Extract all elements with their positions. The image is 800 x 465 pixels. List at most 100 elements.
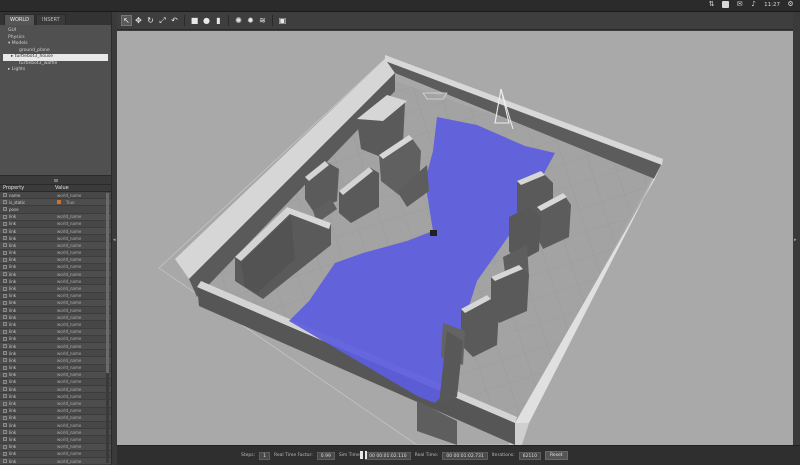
expand-checkbox[interactable] (3, 358, 7, 363)
expand-checkbox[interactable] (3, 243, 7, 248)
property-row[interactable]: link world_name (0, 429, 111, 437)
expand-checkbox[interactable] (3, 372, 7, 377)
property-row[interactable]: link world_name (0, 357, 111, 365)
expand-checkbox[interactable] (3, 250, 7, 255)
property-value[interactable]: world_name (54, 423, 111, 428)
property-value[interactable]: world_name (54, 322, 111, 327)
box-icon[interactable]: ■ (189, 15, 200, 26)
expand-checkbox[interactable] (3, 459, 7, 464)
property-row[interactable]: link world_name (0, 350, 111, 358)
property-row[interactable]: link world_name (0, 299, 111, 307)
select-arrow-icon[interactable]: ↖ (121, 15, 132, 26)
property-value[interactable]: world_name (54, 193, 111, 198)
property-value[interactable]: world_name (54, 250, 111, 255)
expand-checkbox[interactable] (3, 430, 7, 435)
expand-checkbox[interactable] (3, 322, 7, 327)
tab-world[interactable]: WORLD (4, 14, 35, 25)
property-row[interactable]: link world_name (0, 436, 111, 444)
property-value[interactable]: world_name (54, 257, 111, 262)
property-value[interactable]: world_name (54, 358, 111, 363)
expand-checkbox[interactable] (3, 300, 7, 305)
property-value[interactable]: world_name (54, 214, 111, 219)
collapse-right-icon[interactable]: ▸ (794, 237, 797, 243)
value-column-header[interactable]: Value (52, 185, 69, 191)
property-value[interactable]: world_name (54, 365, 111, 370)
splitter-handle[interactable] (54, 179, 58, 182)
property-value[interactable]: world_name (54, 272, 111, 277)
expand-checkbox[interactable] (3, 315, 7, 320)
translate-icon[interactable]: ✥ (133, 15, 144, 26)
expand-checkbox[interactable] (3, 193, 7, 198)
expand-checkbox[interactable] (3, 286, 7, 291)
expand-checkbox[interactable] (3, 451, 7, 456)
property-value[interactable]: world_name (54, 344, 111, 349)
property-value[interactable]: world_name (54, 415, 111, 420)
tab-insert[interactable]: INSERT (36, 14, 66, 25)
property-value[interactable]: world_name (54, 401, 111, 406)
expand-checkbox[interactable] (3, 387, 7, 392)
property-value[interactable]: world_name (54, 387, 111, 392)
expand-checkbox[interactable] (3, 408, 7, 413)
property-value[interactable]: world_name (54, 430, 111, 435)
expand-checkbox[interactable] (3, 257, 7, 262)
property-row[interactable]: link world_name (0, 314, 111, 322)
cylinder-icon[interactable]: ▮ (213, 15, 224, 26)
property-row[interactable]: link world_name (0, 250, 111, 257)
property-value[interactable]: True (63, 200, 111, 205)
right-divider[interactable]: ▸ (793, 12, 800, 465)
property-row[interactable]: link world_name (0, 414, 111, 422)
property-row[interactable]: link world_name (0, 278, 111, 286)
expand-checkbox[interactable] (3, 221, 7, 226)
property-row[interactable]: link world_name (0, 271, 111, 279)
property-value[interactable]: world_name (54, 394, 111, 399)
undo-icon[interactable]: ↶ (169, 15, 180, 26)
property-row[interactable]: link world_name (0, 443, 111, 451)
expand-checkbox[interactable] (3, 379, 7, 384)
property-row[interactable]: link world_name (0, 451, 111, 458)
property-value[interactable]: world_name (54, 243, 111, 248)
property-value[interactable]: world_name (54, 408, 111, 413)
expand-checkbox[interactable] (3, 444, 7, 449)
steps-field[interactable]: 1 (259, 451, 270, 460)
collapse-left-icon[interactable]: ◂ (113, 237, 116, 243)
expand-checkbox[interactable] (3, 351, 7, 356)
scrollbar-thumb[interactable] (106, 193, 109, 373)
rotate-icon[interactable]: ↻ (145, 15, 156, 26)
expand-checkbox[interactable] (3, 229, 7, 234)
property-row[interactable]: link world_name (0, 242, 111, 250)
property-row[interactable]: link world_name (0, 213, 111, 221)
property-value[interactable]: world_name (54, 379, 111, 384)
expand-checkbox[interactable] (3, 437, 7, 442)
scene-viewport[interactable] (117, 31, 793, 445)
mail-icon[interactable]: ✉ (736, 1, 743, 8)
property-value[interactable]: world_name (54, 229, 111, 234)
expand-checkbox[interactable] (3, 264, 7, 269)
property-row[interactable]: link world_name (0, 307, 111, 315)
property-row[interactable]: link world_name (0, 371, 111, 379)
property-row[interactable]: link world_name (0, 264, 111, 272)
property-row[interactable]: link world_name (0, 321, 111, 329)
expand-checkbox[interactable] (3, 365, 7, 370)
property-column-header[interactable]: Property (0, 185, 52, 191)
property-row[interactable]: is_static True (0, 199, 111, 207)
property-row[interactable]: name world_name (0, 192, 111, 200)
point-light-icon[interactable]: ✺ (233, 15, 244, 26)
keyboard-icon[interactable] (722, 1, 730, 8)
property-row[interactable]: link world_name (0, 328, 111, 336)
property-value[interactable]: world_name (54, 372, 111, 377)
expand-checkbox[interactable] (3, 336, 7, 341)
property-row[interactable]: link world_name (0, 235, 111, 243)
expand-checkbox[interactable] (3, 293, 7, 298)
property-row[interactable]: pose (0, 206, 111, 214)
expand-checkbox[interactable] (3, 207, 7, 212)
transfer-icon[interactable]: ⇅ (708, 1, 715, 8)
expand-checkbox[interactable] (3, 344, 7, 349)
property-value[interactable]: world_name (54, 437, 111, 442)
volume-icon[interactable]: ♪ (750, 1, 757, 8)
property-row[interactable]: link world_name (0, 365, 111, 372)
expand-checkbox[interactable] (3, 214, 7, 219)
property-scrollbar[interactable] (106, 193, 109, 463)
property-value[interactable]: world_name (54, 286, 111, 291)
tree-item-lights[interactable]: ▸ Lights (3, 67, 108, 74)
expand-checkbox[interactable] (3, 401, 7, 406)
